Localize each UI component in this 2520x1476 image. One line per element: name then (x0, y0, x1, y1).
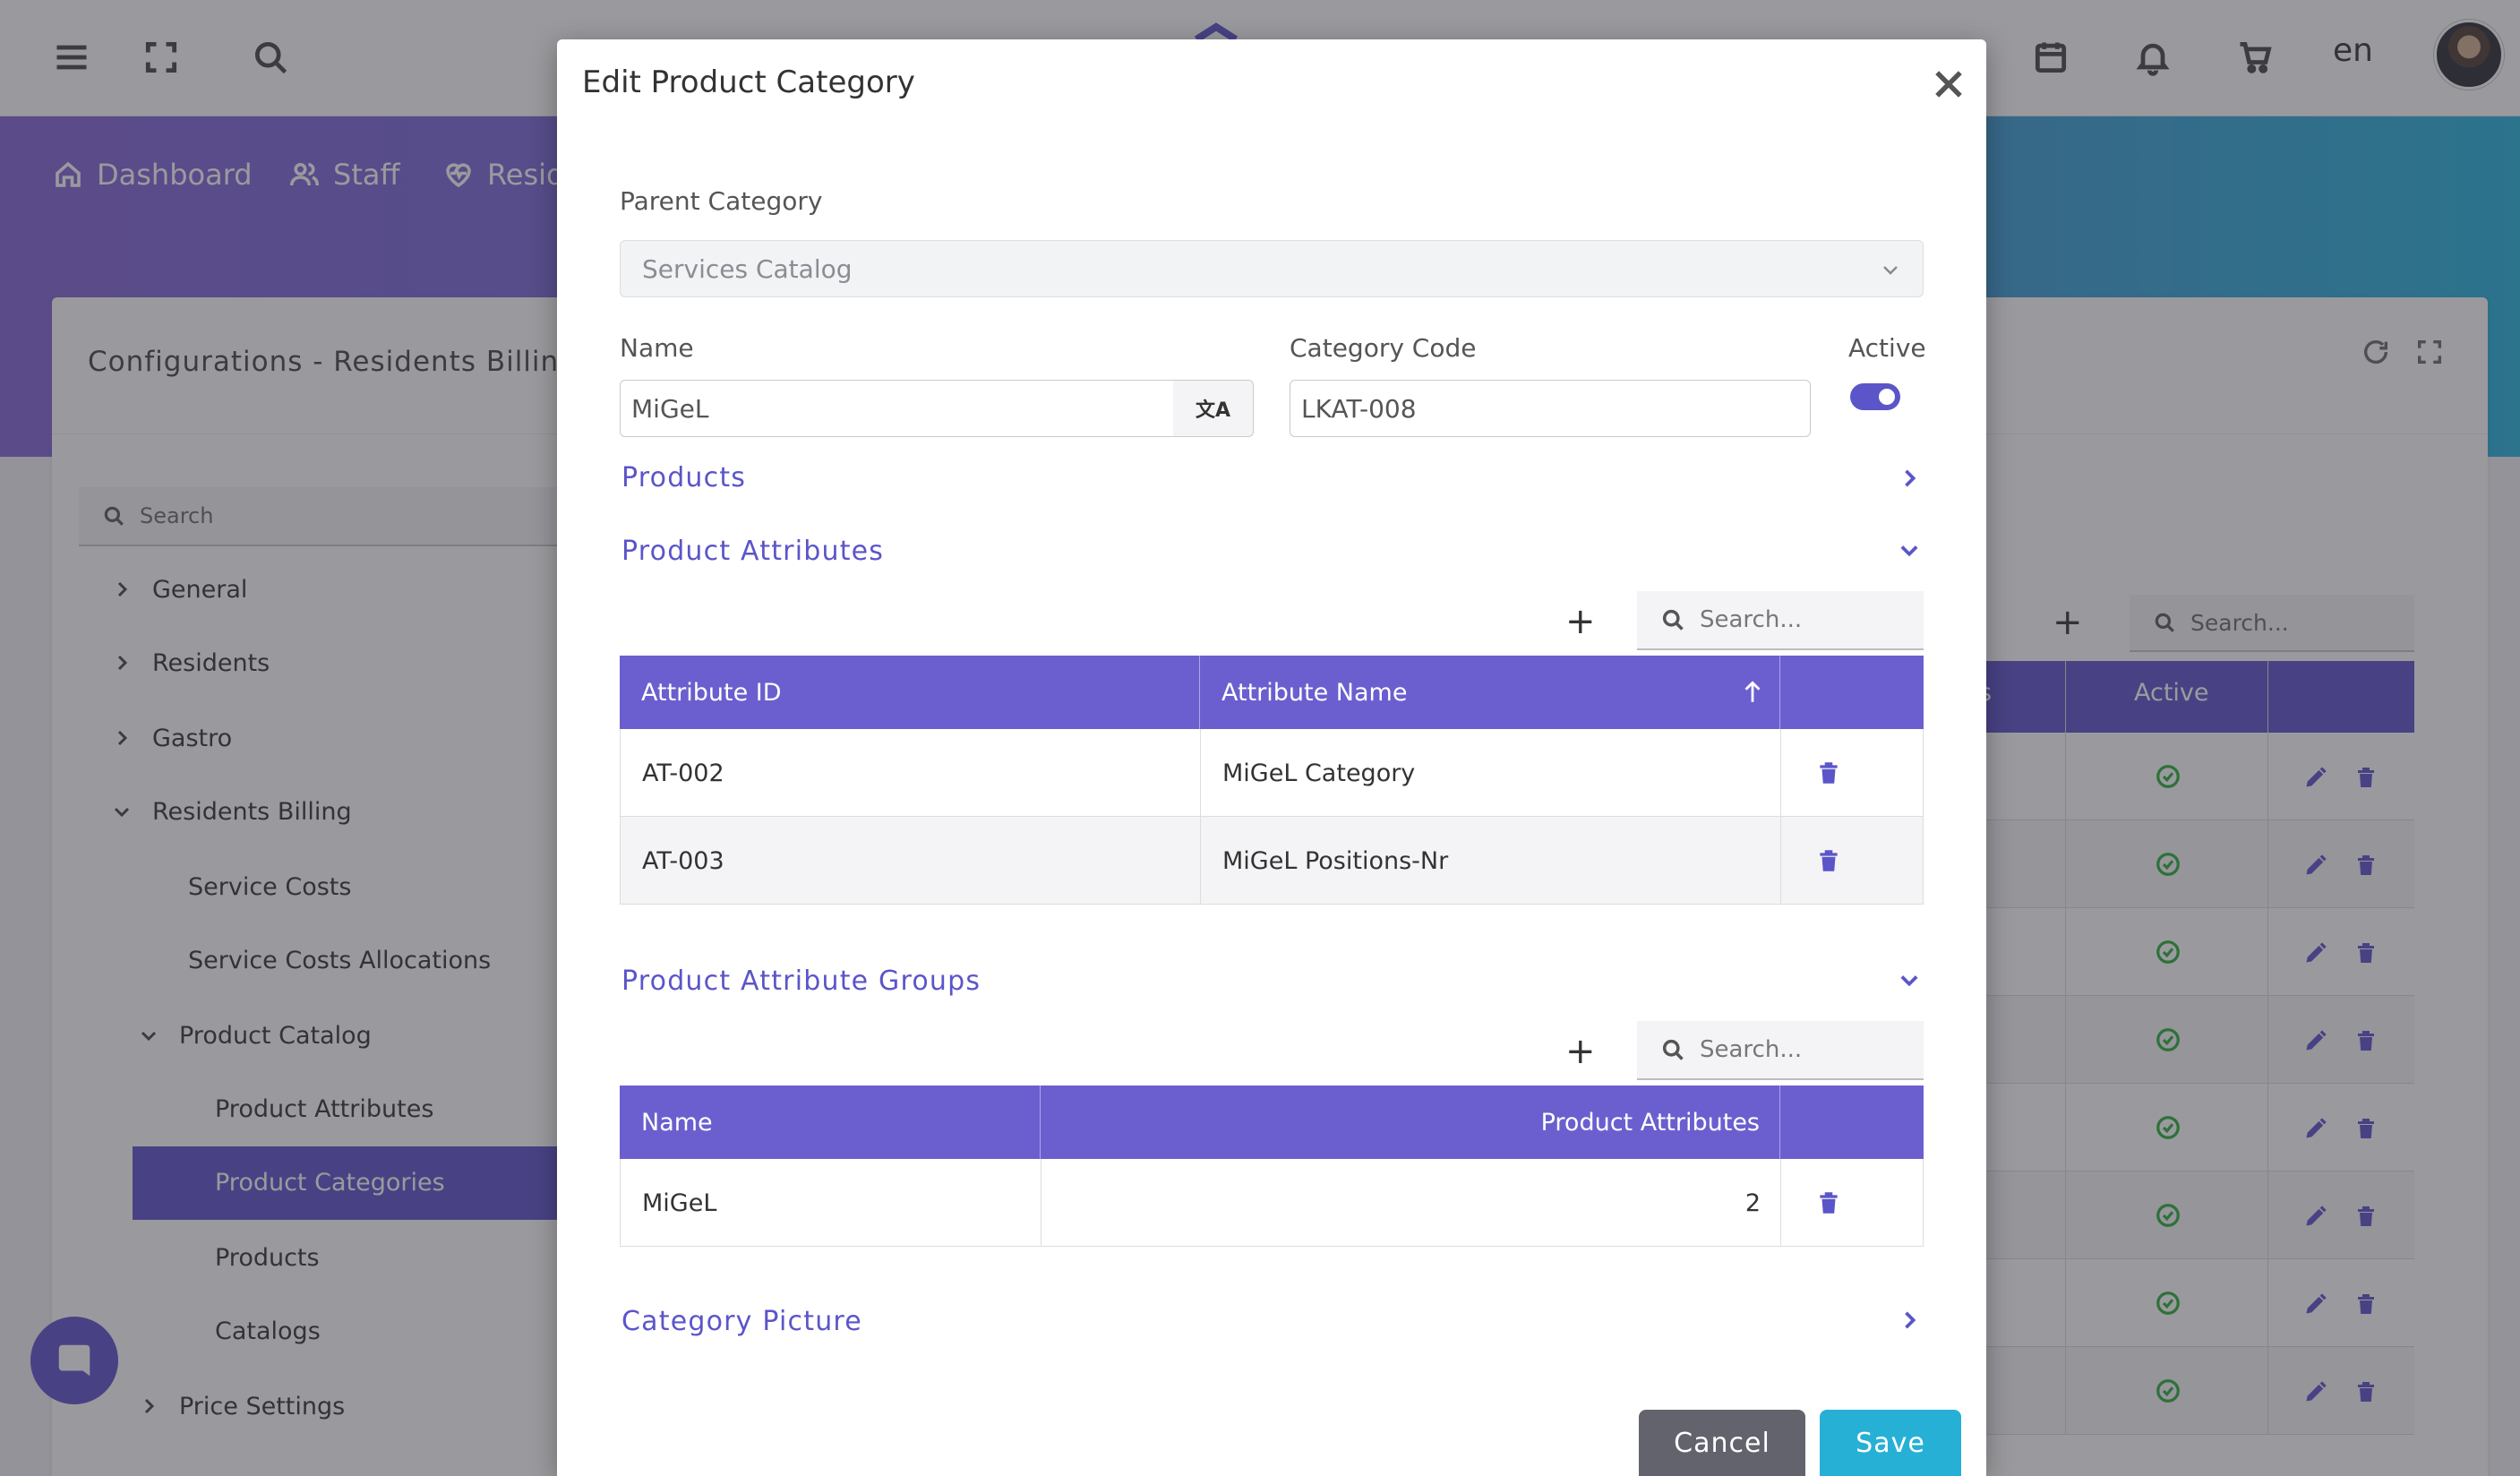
modal-title: Edit Product Category (582, 64, 915, 100)
cell-text: AT-003 (642, 846, 724, 875)
search-icon (1662, 1039, 1684, 1060)
column-header-product-attributes[interactable]: Product Attributes (1041, 1086, 1780, 1159)
add-attribute-button[interactable]: + (1565, 604, 1596, 639)
attributes-search-input[interactable]: Search... (1637, 591, 1924, 650)
category-code-input[interactable]: LKAT-008 (1290, 380, 1811, 437)
column-header-label: Attribute ID (641, 678, 782, 707)
chevron-down-icon (1883, 266, 1898, 275)
chevron-down-icon[interactable] (1897, 967, 1922, 992)
active-label: Active (1848, 333, 1926, 363)
column-header-label: Product Attributes (1540, 1108, 1760, 1137)
trash-icon[interactable] (1817, 1189, 1840, 1216)
name-label: Name (620, 333, 694, 363)
attributes-table-header: Attribute ID Attribute Name (620, 656, 1924, 729)
category-code-value: LKAT-008 (1301, 393, 1417, 424)
parent-category-label: Parent Category (620, 186, 823, 216)
parent-category-select[interactable]: Services Catalog (620, 240, 1924, 297)
translate-button[interactable]: 文A (1173, 380, 1254, 437)
groups-table-header: Name Product Attributes (620, 1086, 1924, 1159)
group-name-cell: MiGeL (621, 1159, 1041, 1247)
attribute-name-cell: MiGeL Category (1201, 729, 1781, 817)
table-row[interactable]: MiGeL 2 (620, 1159, 1924, 1247)
attribute-name-cell: MiGeL Positions-Nr (1201, 817, 1781, 905)
group-count-cell: 2 (1041, 1159, 1781, 1247)
category-code-label: Category Code (1290, 333, 1477, 363)
table-row[interactable]: AT-003 MiGeL Positions-Nr (620, 817, 1924, 905)
name-input[interactable]: MiGeL (620, 380, 1175, 437)
name-value: MiGeL (631, 393, 709, 424)
add-group-button[interactable]: + (1565, 1034, 1596, 1069)
column-header-actions (1780, 1086, 1924, 1159)
close-icon[interactable] (1929, 64, 1968, 104)
cell-text: MiGeL (642, 1189, 717, 1217)
chevron-right-icon[interactable] (1897, 466, 1922, 491)
trash-icon[interactable] (1817, 759, 1840, 786)
cancel-button[interactable]: Cancel (1639, 1410, 1805, 1476)
attribute-id-cell: AT-002 (621, 729, 1201, 817)
column-header-label: Name (641, 1108, 713, 1137)
groups-search-placeholder: Search... (1700, 1036, 1803, 1063)
trash-icon[interactable] (1817, 847, 1840, 874)
column-header-attribute-name[interactable]: Attribute Name (1200, 656, 1780, 729)
cell-text: AT-002 (642, 759, 724, 787)
chevron-right-icon[interactable] (1897, 1308, 1922, 1333)
attribute-groups-section-header[interactable]: Product Attribute Groups (621, 965, 981, 997)
groups-search-input[interactable]: Search... (1637, 1021, 1924, 1080)
products-section-header[interactable]: Products (621, 462, 746, 493)
column-header-name[interactable]: Name (620, 1086, 1041, 1159)
save-button[interactable]: Save (1820, 1410, 1961, 1476)
cell-text: MiGeL Category (1222, 759, 1416, 787)
attributes-search-placeholder: Search... (1700, 606, 1803, 633)
column-header-attribute-id[interactable]: Attribute ID (620, 656, 1200, 729)
cell-text: MiGeL Positions-Nr (1222, 846, 1449, 875)
active-toggle[interactable] (1850, 383, 1900, 410)
search-icon (1662, 609, 1684, 631)
sort-ascending-icon[interactable] (1741, 679, 1764, 712)
table-row[interactable]: AT-002 MiGeL Category (620, 729, 1924, 817)
translate-icon: 文A (1195, 399, 1231, 422)
category-picture-section-header[interactable]: Category Picture (621, 1306, 862, 1337)
parent-category-value: Services Catalog (642, 253, 853, 284)
cell-text: 2 (1744, 1189, 1761, 1217)
attribute-id-cell: AT-003 (621, 817, 1201, 905)
column-header-label: Attribute Name (1221, 678, 1408, 707)
column-header-actions (1780, 656, 1924, 729)
product-attributes-section-header[interactable]: Product Attributes (621, 536, 884, 567)
chevron-down-icon[interactable] (1897, 537, 1922, 562)
